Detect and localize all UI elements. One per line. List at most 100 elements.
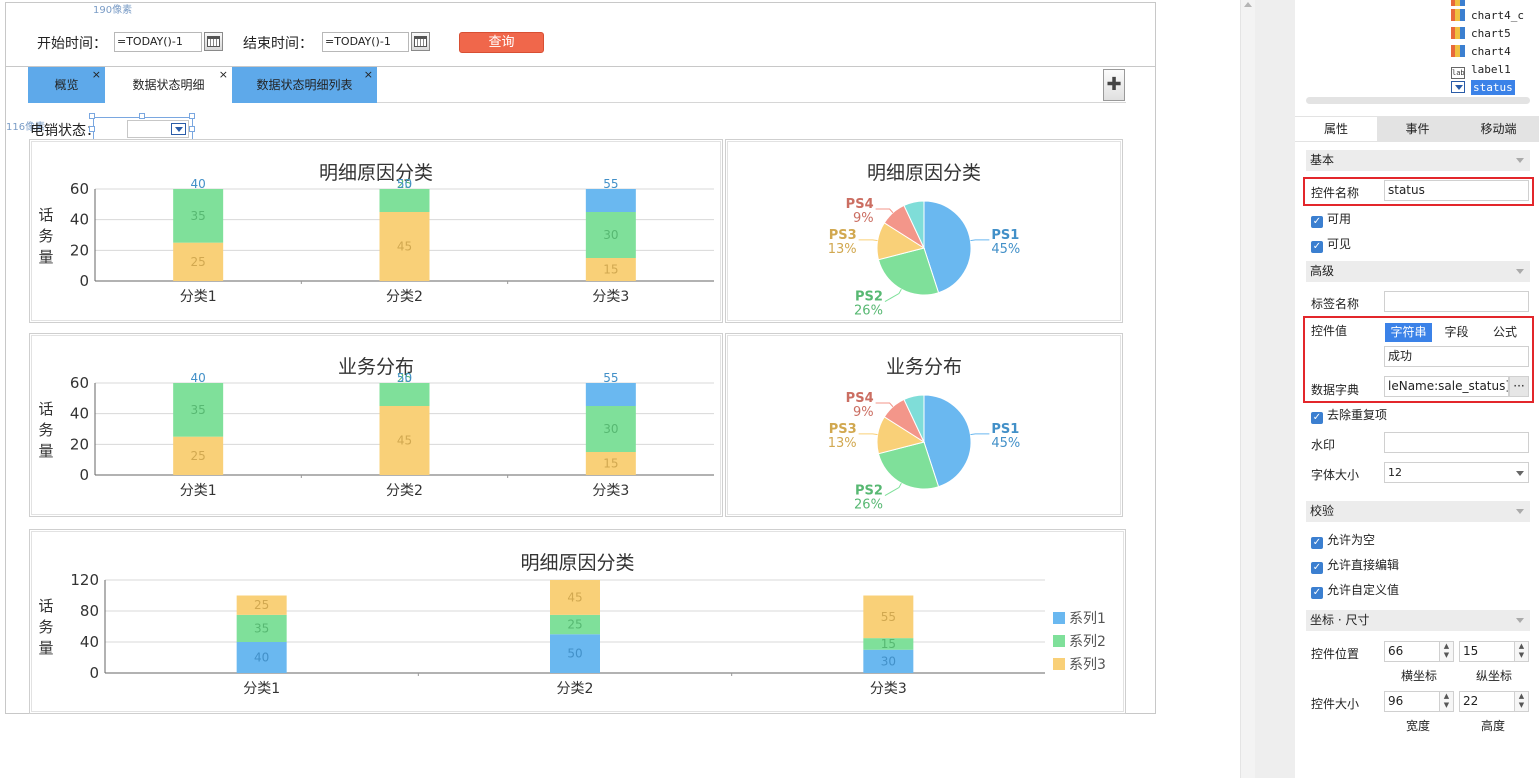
data-label: 15 (603, 263, 618, 277)
tree-item-selected[interactable]: status (1451, 79, 1515, 97)
tree-item[interactable]: chart4 (1451, 43, 1511, 61)
data-label: 45 (567, 590, 582, 604)
visible-checkbox[interactable]: ✓ 可见 (1311, 237, 1351, 253)
canvas-scrollbar[interactable] (1240, 0, 1255, 778)
legend-label: 系列2 (1069, 634, 1106, 650)
chevron-down-icon[interactable] (1516, 471, 1524, 476)
allow-custom-checkbox[interactable]: ✓ 允许自定义值 (1311, 583, 1399, 599)
tab-close-icon[interactable]: × (219, 69, 228, 80)
tag-name-input[interactable] (1384, 291, 1529, 312)
pie-slice-percent: 9% (853, 405, 874, 420)
collapse-icon[interactable] (1516, 509, 1524, 514)
y-tick-label: 40 (70, 211, 89, 229)
chart-icon (1451, 9, 1465, 21)
spinner-icon[interactable]: ▲ ▼ (1439, 692, 1453, 711)
width-label: 宽度 (1406, 719, 1431, 733)
data-label: 30 (603, 228, 618, 242)
x-tick-label: 分类2 (557, 681, 594, 697)
pie-chart-panel-2[interactable]: 业务分布 PS1 45% PS2 26% PS3 13% PS4 9% (725, 333, 1123, 517)
tree-item[interactable]: lab label1 (1451, 61, 1511, 79)
resize-handle[interactable] (189, 113, 195, 119)
value-type-string[interactable]: 字符串 (1385, 323, 1432, 342)
value-type-formula[interactable]: 公式 (1481, 323, 1529, 342)
section-advanced[interactable]: 高级 (1306, 261, 1530, 282)
y-tick-label: 0 (79, 466, 89, 484)
start-time-input[interactable]: =TODAY()-1 (114, 32, 202, 52)
y-axis-label: 话 (38, 597, 53, 615)
allow-edit-checkbox[interactable]: ✓ 允许直接编辑 (1311, 558, 1399, 574)
section-validation[interactable]: 校验 (1306, 501, 1530, 522)
add-tab-button[interactable]: ✚ (1103, 69, 1125, 101)
spinner-icon[interactable]: ▲ ▼ (1514, 642, 1528, 661)
end-time-label: 结束时间： (243, 36, 313, 52)
tab-close-icon[interactable]: × (92, 69, 101, 80)
tab-overview[interactable]: 概览 × (28, 67, 105, 103)
data-label: 30 (603, 422, 618, 436)
resize-handle[interactable] (139, 113, 145, 119)
tree-horizontal-scrollbar[interactable] (1306, 97, 1530, 104)
dropdown-arrow-icon[interactable] (171, 123, 186, 135)
status-combobox[interactable] (127, 120, 189, 138)
width-input[interactable]: 96 ▲ ▼ (1384, 691, 1454, 712)
bar-chart-panel-2[interactable]: 业务分布 0 20 40 60 话务量分类1 25 35 40 分类2 45 25 50 分类3 15 30… (29, 333, 723, 517)
dedupe-checkbox[interactable]: ✓ 去除重复项 (1311, 408, 1387, 424)
tab-mobile[interactable]: 移动端 (1458, 117, 1539, 141)
start-calendar-icon[interactable] (204, 32, 223, 51)
pie-leader-line (884, 288, 902, 303)
data-dict-input[interactable]: leName:sale_status] (1384, 376, 1509, 397)
tab-close-icon[interactable]: × (364, 69, 373, 80)
section-basic[interactable]: 基本 (1306, 150, 1530, 171)
enabled-checkbox[interactable]: ✓ 可用 (1311, 212, 1351, 228)
height-input[interactable]: 22 ▲ ▼ (1459, 691, 1529, 712)
tree-item[interactable]: chart5 (1451, 25, 1511, 43)
ruler-top-label: 190像素 (93, 5, 133, 16)
scroll-up-icon[interactable] (1244, 2, 1252, 7)
data-label: 25 (191, 449, 206, 463)
spinner-icon[interactable]: ▲ ▼ (1514, 692, 1528, 711)
checkbox-icon: ✓ (1311, 537, 1323, 549)
collapse-icon[interactable] (1516, 618, 1524, 623)
more-button[interactable]: ··· (1509, 376, 1529, 397)
pos-x-input[interactable]: 66 ▲ ▼ (1384, 641, 1454, 662)
data-label: 25 (254, 598, 269, 612)
pie-slice-percent: 26% (854, 304, 883, 319)
data-label: 45 (397, 240, 412, 254)
font-size-select[interactable]: 12 (1384, 462, 1529, 483)
size-label: 控件大小 (1311, 697, 1360, 711)
resize-handle[interactable] (89, 113, 95, 119)
resize-handle[interactable] (89, 126, 95, 132)
widget-value-input[interactable]: 成功 (1384, 346, 1529, 367)
section-coords-size[interactable]: 坐标 · 尺寸 (1306, 610, 1530, 631)
pie-slice-percent: 26% (854, 498, 883, 513)
resize-handle[interactable] (189, 126, 195, 132)
tab-events[interactable]: 事件 (1377, 117, 1458, 141)
spinner-icon[interactable]: ▲ ▼ (1439, 642, 1453, 661)
pie-slice-percent: 45% (991, 436, 1020, 451)
tab-data-status-detail[interactable]: 数据状态明细 × (105, 67, 232, 103)
pie-chart-panel-1[interactable]: 明细原因分类 PS1 45% PS2 26% PS3 13% PS4 9% (725, 139, 1123, 323)
tab-properties[interactable]: 属性 (1295, 117, 1377, 141)
watermark-input[interactable] (1384, 432, 1529, 453)
allow-empty-checkbox[interactable]: ✓ 允许为空 (1311, 533, 1375, 549)
tree-item[interactable]: chart4_c (1451, 7, 1524, 25)
collapse-icon[interactable] (1516, 158, 1524, 163)
data-label: 50 (397, 371, 412, 385)
pos-y-input[interactable]: 15 ▲ ▼ (1459, 641, 1529, 662)
query-button[interactable]: 查询 (459, 32, 544, 53)
bar-chart-panel-3[interactable]: 明细原因分类 0 40 80 120 话务量分类1 40 35 25 分类2 50 25 45 分类3 3… (29, 529, 1126, 714)
height-label: 高度 (1481, 719, 1506, 733)
pie-slice-label: PS2 (855, 290, 883, 305)
widget-name-input[interactable]: status (1384, 180, 1529, 201)
widget-name-label: 控件名称 (1311, 186, 1360, 200)
tab-data-status-list[interactable]: 数据状态明细列表 × (232, 67, 377, 103)
bar-chart-panel-1[interactable]: 明细原因分类 0 20 40 60 话务量分类1 25 35 40 分类2 45 25 50 分类3 15… (29, 139, 723, 323)
value-type-field[interactable]: 字段 (1433, 323, 1480, 342)
y-axis-label: 量 (38, 639, 53, 657)
collapse-icon[interactable] (1516, 269, 1524, 274)
data-label: 50 (567, 647, 582, 661)
pie-leader-line (970, 239, 990, 242)
y-axis-label: 务 (38, 227, 53, 245)
end-time-input[interactable]: =TODAY()-1 (322, 32, 409, 52)
x-tick-label: 分类3 (592, 483, 629, 499)
end-calendar-icon[interactable] (411, 32, 430, 51)
